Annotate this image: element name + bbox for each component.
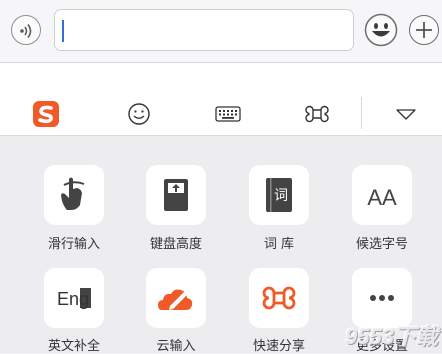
tile-label: 云输入	[156, 339, 196, 354]
watermark-logo: 9553下载	[345, 324, 438, 349]
cloud-input-tile[interactable]	[146, 268, 206, 328]
tile-label: 英文补全	[47, 339, 100, 354]
tile-label: 键盘高度	[149, 237, 202, 252]
voice-icon	[20, 24, 32, 38]
sogou-s-logo	[33, 101, 59, 127]
emoticon-button[interactable]	[124, 99, 154, 129]
english-glyph: Eng	[57, 289, 89, 309]
font-size-icon: AA	[367, 185, 397, 210]
plus-button[interactable]	[409, 15, 439, 45]
command-icon	[305, 105, 329, 123]
text-cursor	[62, 20, 64, 42]
dictionary-icon: 词	[266, 178, 292, 212]
keyboard-toolbar	[0, 91, 442, 136]
smiley-icon	[128, 103, 150, 125]
keyboard-height-tile[interactable]	[146, 165, 206, 225]
toolbar-divider	[361, 97, 362, 129]
emoji-button[interactable]	[364, 13, 398, 47]
tile-label: 候选字号	[355, 237, 408, 252]
plus-icon	[416, 22, 432, 38]
english-complete-tile[interactable]: Eng	[44, 268, 104, 328]
font-size-glyph: AA	[367, 185, 397, 210]
tile-label: 滑行输入	[47, 237, 100, 252]
english-complete-icon: Eng	[57, 288, 91, 309]
message-input-bar	[0, 0, 442, 63]
cloud-input-icon	[158, 289, 193, 310]
swipe-input-tile[interactable]	[44, 165, 104, 225]
voice-button[interactable]	[11, 15, 41, 45]
quick-share-tile[interactable]	[249, 268, 309, 328]
font-size-tile[interactable]: AA	[352, 165, 412, 225]
tile-label: 词 库	[263, 237, 295, 252]
dictionary-glyph: 词	[274, 188, 288, 204]
sogou-logo-button[interactable]	[31, 99, 61, 129]
triangle-down-icon	[396, 109, 416, 120]
quick-share-icon	[262, 286, 296, 310]
input-gap	[0, 63, 442, 91]
dictionary-tile[interactable]: 词	[249, 165, 309, 225]
settings-panel: 滑行输入 键盘高度 词 词 库 AA 候选字号 Eng 英文补全 云输入 快速分…	[0, 136, 442, 354]
emoji-icon	[364, 13, 398, 47]
tile-label: 快速分享	[252, 339, 305, 354]
keyboard-height-icon	[164, 179, 188, 211]
keyboard-icon	[215, 106, 241, 122]
collapse-button[interactable]	[391, 99, 421, 129]
command-button[interactable]	[302, 99, 332, 129]
message-text-input[interactable]	[54, 9, 354, 51]
keyboard-button[interactable]	[213, 99, 243, 129]
swipe-hand-icon	[61, 177, 85, 210]
